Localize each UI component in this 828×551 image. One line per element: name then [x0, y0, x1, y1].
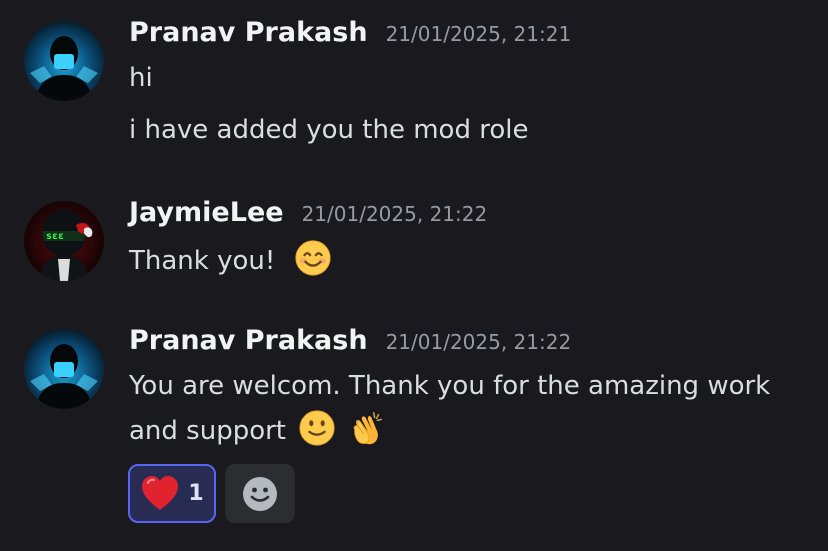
red-heart-emoji-icon	[140, 475, 180, 513]
reaction-count: 1	[188, 481, 204, 506]
add-reaction-smiley-icon	[243, 476, 277, 511]
timestamp: 21/01/2025, 21:22	[301, 202, 488, 226]
add-reaction-button[interactable]	[225, 464, 295, 523]
timestamp: 21/01/2025, 21:21	[385, 22, 572, 46]
message-text: and support	[129, 409, 387, 451]
avatar[interactable]	[24, 329, 104, 409]
avatar[interactable]	[24, 21, 104, 101]
message-text: Thank you!	[129, 239, 332, 281]
green-eyed-figure-avatar-icon: sɛɛ	[24, 201, 104, 281]
message-text: hi	[129, 63, 153, 93]
message-text: i have added you the mod role	[129, 115, 529, 145]
masked-figure-avatar-icon	[24, 329, 104, 409]
masked-figure-avatar-icon	[24, 21, 104, 101]
username[interactable]: Pranav Prakash	[129, 325, 368, 356]
message-text: You are welcom. Thank you for the amazin…	[129, 371, 771, 401]
chat-message-list: Pranav Prakash 21/01/2025, 21:21 hi i ha…	[0, 0, 828, 551]
username[interactable]: Pranav Prakash	[129, 17, 368, 48]
clapping-hands-emoji-icon	[349, 409, 387, 447]
message-text-content: Thank you!	[129, 246, 276, 276]
avatar[interactable]: sɛɛ	[24, 201, 104, 281]
username[interactable]: JaymieLee	[129, 197, 284, 228]
smiling-face-emoji-icon	[294, 239, 332, 277]
timestamp: 21/01/2025, 21:22	[385, 330, 572, 354]
reaction-heart-button[interactable]: 1	[128, 464, 216, 523]
message-text-content: and support	[129, 416, 287, 446]
reaction-bar: 1	[128, 464, 295, 523]
slightly-smiling-face-emoji-icon	[298, 409, 336, 447]
svg-text:sɛɛ: sɛɛ	[46, 231, 64, 242]
